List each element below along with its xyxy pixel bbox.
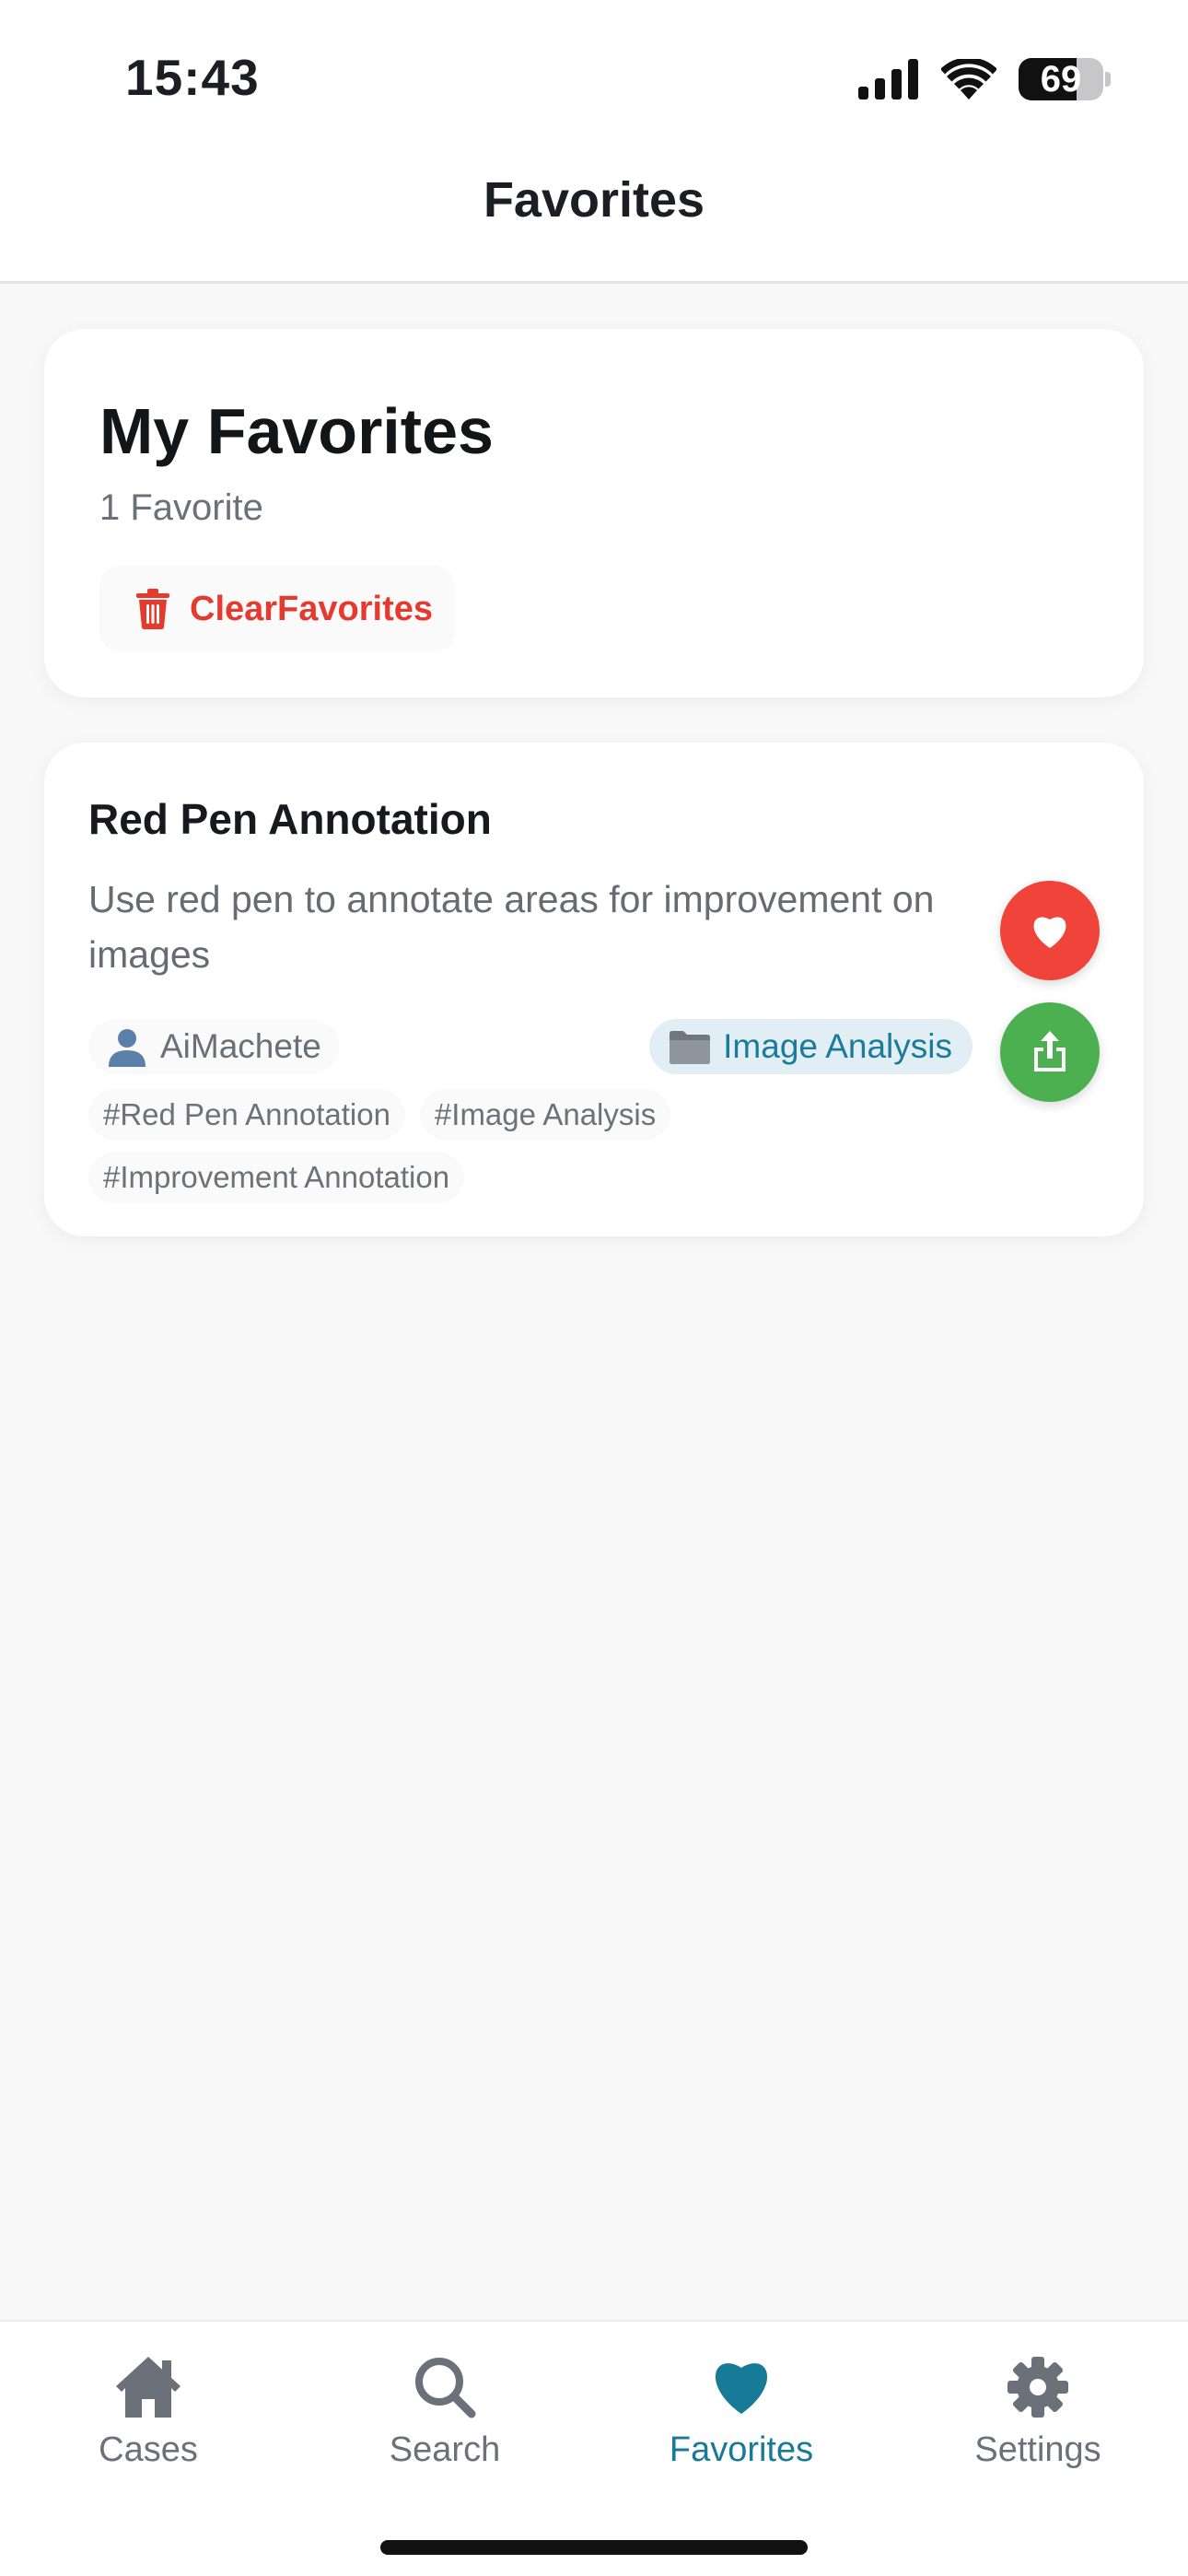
search-icon [415, 2358, 476, 2418]
person-icon [109, 1029, 146, 1067]
clear-favorites-button[interactable]: ClearFavorites [99, 566, 455, 652]
folder-icon [670, 1031, 711, 1064]
author-chip: AiMachete [88, 1019, 340, 1074]
category-label: Image Analysis [723, 1027, 952, 1065]
tab-bar: Cases Search Favorites Settings [0, 2320, 1188, 2576]
share-button[interactable] [1000, 1002, 1100, 1102]
tag-chip[interactable]: #Improvement Annotation [88, 1152, 465, 1203]
tag-chip[interactable]: #Image Analysis [419, 1089, 671, 1141]
signal-icon [858, 59, 918, 100]
favorites-heading: My Favorites [99, 395, 494, 467]
trash-icon [136, 589, 169, 629]
status-icons: 69 [858, 53, 1111, 105]
category-chip[interactable]: Image Analysis [649, 1019, 973, 1074]
navigation-bar: Favorites [0, 152, 1188, 284]
tab-favorites[interactable]: Favorites [593, 2355, 890, 2470]
tab-cases[interactable]: Cases [0, 2355, 297, 2470]
tab-settings[interactable]: Settings [890, 2355, 1186, 2470]
tag-list: #Red Pen Annotation #Image Analysis #Imp… [88, 1089, 788, 1203]
wifi-icon [941, 59, 996, 100]
author-name: AiMachete [160, 1027, 321, 1065]
heart-icon [1033, 917, 1066, 948]
clear-favorites-label: ClearFavorites [190, 589, 434, 628]
page-title: Favorites [483, 172, 705, 228]
heart-icon [715, 2363, 768, 2414]
item-meta-row: AiMachete Image Analysis [88, 1019, 973, 1074]
tab-label: Search [389, 2430, 501, 2469]
tab-label: Settings [974, 2430, 1101, 2469]
favorite-item-card[interactable]: Red Pen Annotation Use red pen to annota… [44, 743, 1144, 1236]
home-indicator[interactable] [380, 2540, 808, 2555]
tag-chip[interactable]: #Red Pen Annotation [88, 1089, 405, 1141]
item-description: Use red pen to annotate areas for improv… [88, 878, 935, 976]
gear-icon [1007, 2357, 1068, 2418]
status-bar: 15:43 69 [0, 0, 1188, 152]
favorites-count: 1 Favorite [99, 487, 263, 528]
battery-indicator: 69 [1019, 58, 1103, 100]
tab-label: Favorites [669, 2430, 814, 2469]
item-title: Red Pen Annotation [88, 795, 492, 843]
share-icon [1034, 1031, 1066, 1071]
status-time: 15:43 [125, 49, 260, 106]
home-icon [116, 2357, 181, 2418]
tab-label: Cases [99, 2430, 198, 2469]
favorites-header-card: My Favorites 1 Favorite ClearFavorites [44, 329, 1144, 697]
unfavorite-button[interactable] [1000, 881, 1100, 980]
tab-search[interactable]: Search [297, 2355, 593, 2470]
battery-percent: 69 [1040, 58, 1082, 100]
